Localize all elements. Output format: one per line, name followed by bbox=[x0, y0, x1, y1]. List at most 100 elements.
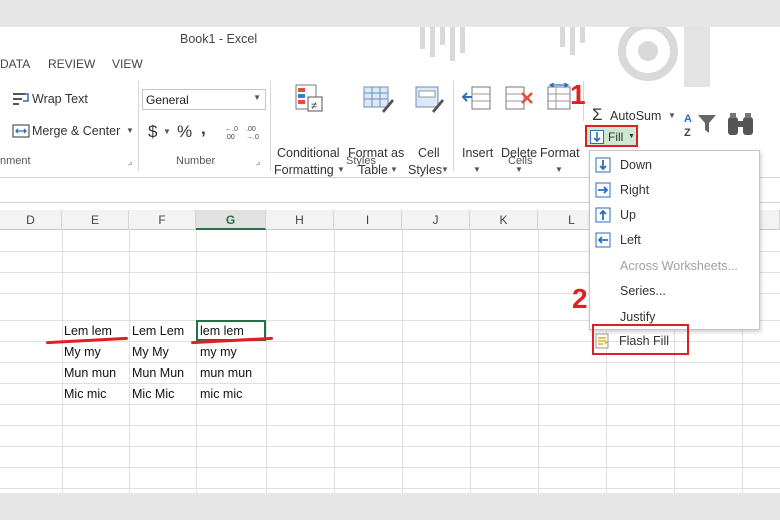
number-format-dropdown[interactable]: General ▼ bbox=[142, 89, 266, 110]
cell-e3[interactable]: Mun mun bbox=[64, 366, 116, 380]
grid-line bbox=[0, 404, 780, 405]
column-header-f[interactable]: F bbox=[129, 210, 196, 230]
insert-button[interactable]: Insert bbox=[462, 146, 493, 160]
fill-menu-item-up[interactable]: Up bbox=[590, 203, 759, 227]
grid-line bbox=[0, 362, 780, 363]
fill-button-label: Fill bbox=[608, 130, 624, 144]
grid-line bbox=[0, 446, 780, 447]
chevron-down-icon[interactable]: ▼ bbox=[555, 165, 563, 174]
cell-g4[interactable]: mic mic bbox=[200, 387, 242, 401]
chevron-down-icon[interactable]: ▼ bbox=[668, 111, 676, 120]
format-button[interactable]: Format bbox=[540, 146, 580, 160]
step-1-callout: 1 bbox=[570, 79, 586, 110]
cell-styles-label-2[interactable]: Styles bbox=[408, 163, 442, 177]
group-divider bbox=[138, 81, 139, 171]
group-divider bbox=[453, 81, 454, 171]
number-launcher-icon[interactable]: ⌟ bbox=[256, 156, 260, 167]
cell-f3[interactable]: Mun Mun bbox=[132, 366, 184, 380]
insert-cells-icon bbox=[462, 86, 491, 110]
wrap-text-icon bbox=[13, 93, 29, 105]
column-header-i[interactable]: I bbox=[334, 210, 402, 230]
column-header-g[interactable]: G bbox=[196, 210, 266, 230]
chevron-down-icon: ▼ bbox=[628, 133, 635, 140]
merge-center-icon bbox=[12, 124, 30, 138]
column-header-e[interactable]: E bbox=[62, 210, 129, 230]
fill-menu-label: Justify bbox=[620, 310, 656, 324]
cell-f2[interactable]: My My bbox=[132, 345, 169, 359]
svg-text:A: A bbox=[684, 113, 692, 125]
cell-g2[interactable]: my my bbox=[200, 345, 237, 359]
cell-f1[interactable]: Lem Lem bbox=[132, 324, 184, 338]
column-header-h[interactable]: H bbox=[266, 210, 334, 230]
styles-group-label: Styles bbox=[346, 155, 376, 167]
fill-button[interactable]: Fill ▼ bbox=[585, 125, 638, 147]
fill-menu-label: Down bbox=[620, 158, 652, 172]
merge-dropdown-arrow-icon[interactable]: ▼ bbox=[126, 126, 134, 135]
svg-text:←.0: ←.0 bbox=[225, 126, 238, 133]
sort-filter-icon[interactable]: A Z bbox=[684, 111, 718, 139]
tab-view[interactable]: VIEW bbox=[112, 57, 143, 71]
window-title: Book1 - Excel bbox=[180, 32, 258, 46]
cell-styles-label-1[interactable]: Cell bbox=[418, 146, 440, 160]
grid-line bbox=[0, 425, 780, 426]
chevron-down-icon[interactable]: ▼ bbox=[390, 165, 398, 174]
chevron-down-icon[interactable]: ▼ bbox=[441, 165, 449, 174]
increase-decimal-icon[interactable]: ←.0 .00 bbox=[224, 123, 242, 141]
svg-text:.00: .00 bbox=[246, 126, 256, 133]
tab-data[interactable]: DATA bbox=[0, 57, 30, 71]
cell-e2[interactable]: My my bbox=[64, 345, 101, 359]
excel-window: Book1 - Excel DATA REVIEW VIEW Wrap Text bbox=[0, 27, 780, 493]
ribbon-tabs: DATA REVIEW VIEW bbox=[0, 54, 780, 74]
cell-f4[interactable]: Mic Mic bbox=[132, 387, 174, 401]
conditional-formatting-label-1[interactable]: Conditional bbox=[277, 146, 340, 160]
autosum-icon: Σ bbox=[592, 105, 603, 124]
arrow-left-icon bbox=[595, 232, 611, 248]
grid-line bbox=[0, 488, 780, 489]
arrow-up-icon bbox=[595, 207, 611, 223]
svg-text:→.0: →.0 bbox=[246, 134, 259, 141]
chevron-down-icon[interactable]: ▼ bbox=[473, 165, 481, 174]
comma-style-button[interactable]: , bbox=[201, 119, 206, 139]
fill-menu-item-left[interactable]: Left bbox=[590, 228, 759, 252]
chevron-down-icon[interactable]: ▼ bbox=[337, 165, 345, 174]
format-as-table-icon bbox=[363, 86, 394, 113]
column-header-d[interactable]: D bbox=[0, 210, 62, 230]
currency-button[interactable]: $ bbox=[148, 122, 157, 142]
arrow-down-icon bbox=[595, 157, 611, 173]
fill-down-icon bbox=[590, 130, 604, 144]
fill-menu-label: Up bbox=[620, 208, 636, 222]
fill-menu-label: Right bbox=[620, 183, 650, 197]
svg-text:Z: Z bbox=[684, 127, 691, 139]
number-format-value: General bbox=[146, 93, 189, 107]
autosum-button[interactable]: AutoSum bbox=[610, 109, 661, 123]
grid-line bbox=[0, 383, 780, 384]
group-divider bbox=[270, 81, 271, 171]
fill-menu-item-right[interactable]: Right bbox=[590, 178, 759, 202]
fill-dropdown-menu: Down Right Up Left Across Worksheets... bbox=[589, 150, 760, 330]
delete-cells-icon bbox=[505, 86, 533, 110]
cells-group-label: Cells bbox=[508, 155, 533, 167]
decrease-decimal-icon[interactable]: .00 →.0 bbox=[245, 123, 263, 141]
fill-menu-item-down[interactable]: Down bbox=[590, 153, 759, 177]
merge-center-button[interactable]: Merge & Center bbox=[32, 124, 120, 138]
column-header-k[interactable]: K bbox=[470, 210, 538, 230]
svg-text:≠: ≠ bbox=[311, 100, 317, 112]
grid-line bbox=[0, 467, 780, 468]
conditional-formatting-icon: ≠ bbox=[295, 84, 323, 112]
svg-text:.00: .00 bbox=[225, 134, 235, 141]
currency-dropdown-arrow-icon[interactable]: ▼ bbox=[163, 127, 171, 136]
cell-e1[interactable]: Lem lem bbox=[64, 324, 112, 338]
cell-e4[interactable]: Mic mic bbox=[64, 387, 106, 401]
conditional-formatting-label-2[interactable]: Formatting bbox=[274, 163, 334, 177]
alignment-launcher-icon[interactable]: ⌟ bbox=[128, 156, 132, 167]
chevron-down-icon: ▼ bbox=[253, 93, 261, 102]
arrow-right-icon bbox=[595, 182, 611, 198]
cell-g3[interactable]: mun mun bbox=[200, 366, 252, 380]
fill-menu-item-series[interactable]: Series... bbox=[590, 279, 759, 303]
fill-menu-label: Left bbox=[620, 233, 641, 247]
find-select-icon[interactable] bbox=[726, 111, 756, 139]
column-header-j[interactable]: J bbox=[402, 210, 470, 230]
tab-review[interactable]: REVIEW bbox=[48, 57, 95, 71]
wrap-text-button[interactable]: Wrap Text bbox=[32, 92, 88, 106]
percent-button[interactable]: % bbox=[177, 122, 192, 142]
